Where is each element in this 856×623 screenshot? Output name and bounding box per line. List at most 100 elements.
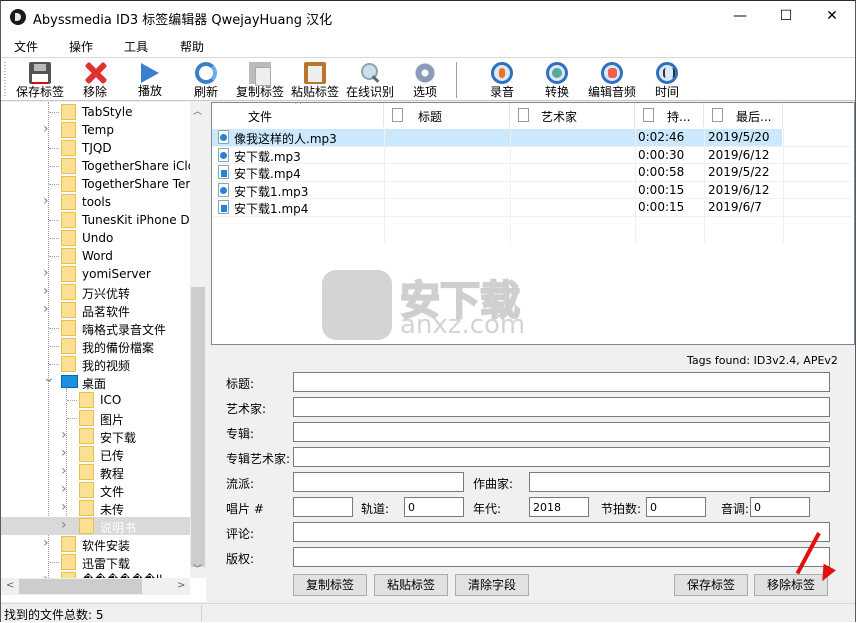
clear-fields-button[interactable]: 清除字段 — [455, 574, 529, 596]
scroll-thumb[interactable] — [19, 579, 142, 594]
file-row[interactable]: 安下载1.mp3 0:00:15 2019/6/12 — [212, 182, 782, 199]
file-list[interactable]: ^ 文件 标题 艺术家 持... 最后... 像我这样的人.mp3 0:02:46… — [211, 102, 855, 345]
tree-item[interactable]: › 万兴优转 — [1, 283, 191, 301]
bpm-field[interactable] — [646, 497, 706, 517]
composer-field[interactable] — [529, 472, 830, 492]
tree-item[interactable]: › yomiServer — [1, 265, 191, 283]
chevron-right-icon[interactable]: › — [61, 517, 67, 533]
tree-item[interactable]: TunesKit iPhone Data R — [1, 211, 206, 229]
tree-item[interactable]: › tools — [1, 193, 191, 211]
title-field[interactable] — [293, 372, 830, 392]
file-row[interactable]: 安下载.mp3 0:00:30 2019/6/12 — [212, 147, 782, 164]
scroll-left-icon[interactable]: < — [6, 580, 14, 591]
copy-tag-button[interactable]: 复制标签 — [235, 60, 285, 102]
record-button[interactable]: 录音 — [486, 60, 518, 102]
edit-audio-button[interactable]: 编辑音频 — [586, 60, 638, 102]
album-artist-field[interactable] — [293, 447, 830, 467]
tree-connector — [67, 418, 77, 419]
folder-icon — [61, 554, 76, 570]
column-header-title[interactable]: 标题 — [384, 103, 510, 127]
scroll-down-icon[interactable]: ﹀ — [193, 562, 202, 575]
tree-item[interactable]: Undo — [1, 229, 191, 247]
tree-item[interactable]: 我的视频 — [1, 355, 191, 373]
chevron-right-icon[interactable]: › — [43, 193, 49, 209]
paste-tag-bottom-button[interactable]: 粘贴标签 — [374, 574, 448, 596]
remove-button[interactable]: 移除 — [79, 60, 111, 102]
save-tag-button[interactable]: 保存标签 — [15, 60, 65, 102]
menu-operate[interactable]: 操作 — [69, 38, 93, 55]
chevron-right-icon[interactable]: › — [43, 265, 49, 281]
scroll-right-icon[interactable]: > — [177, 580, 185, 591]
online-identify-button[interactable]: 在线识别 — [345, 60, 395, 102]
tree-item[interactable]: ⌄ 桌面 — [1, 370, 191, 391]
comment-field[interactable] — [293, 522, 830, 542]
save-tag-bottom-button[interactable]: 保存标签 — [674, 574, 748, 596]
folder-tree[interactable]: TabStyle › Temp TJQD TogetherShare iCloud I T… — [1, 102, 206, 602]
chevron-right-icon[interactable]: › — [61, 427, 67, 443]
key-field[interactable] — [750, 497, 810, 517]
tree-item[interactable]: 迅雷下载 — [1, 553, 191, 571]
tree-item[interactable]: › 软件安装 — [1, 535, 191, 553]
tree-item[interactable]: › 文件 — [1, 481, 191, 499]
tree-item[interactable]: › 安下载 — [1, 427, 191, 445]
tree-item[interactable]: 嗨格式录音文件 — [1, 319, 191, 337]
chevron-right-icon[interactable]: › — [61, 463, 67, 479]
column-header-artist[interactable]: 艺术家 — [510, 103, 635, 127]
options-button[interactable]: 选项 — [409, 60, 441, 102]
chevron-right-icon[interactable]: › — [43, 301, 49, 317]
menu-file[interactable]: 文件 — [14, 38, 38, 55]
tree-item[interactable]: 我的備份檔案 — [1, 337, 191, 355]
tree-item[interactable]: TogetherShare iCloud I — [1, 157, 206, 175]
tree-item[interactable]: ICO — [1, 391, 191, 409]
tree-item[interactable]: TogetherShare Temp E — [1, 175, 206, 193]
column-header-file[interactable]: ^ 文件 — [212, 103, 384, 127]
tree-horizontal-scrollbar[interactable]: < > — [1, 578, 190, 595]
tree-item-label: TunesKit iPhone Data R — [82, 213, 206, 227]
disc-field[interactable] — [293, 497, 353, 517]
chevron-right-icon[interactable]: › — [61, 445, 67, 461]
scroll-up-icon[interactable]: ︿ — [193, 104, 202, 117]
copyright-field[interactable] — [293, 547, 830, 567]
column-header-duration[interactable]: 持... — [635, 103, 704, 127]
paste-tag-button[interactable]: 粘贴标签 — [290, 60, 340, 102]
tree-item[interactable]: › 品茗软件 — [1, 301, 191, 319]
play-button[interactable]: 播放 — [134, 60, 166, 102]
tree-item[interactable]: › 说明书 — [1, 517, 191, 535]
tree-item[interactable]: › 未传 — [1, 499, 191, 517]
tree-item[interactable]: 图片 — [1, 409, 191, 427]
minimize-button[interactable]: — — [717, 1, 763, 31]
file-row[interactable]: 像我这样的人.mp3 0:02:46 2019/5/20 — [212, 129, 782, 146]
tree-vertical-scrollbar[interactable]: ︿ ﹀ — [190, 102, 206, 578]
file-row[interactable]: 安下载.mp4 0:00:58 2019/5/22 — [212, 164, 782, 181]
album-field[interactable] — [293, 422, 830, 442]
chevron-right-icon[interactable]: › — [43, 535, 49, 551]
chevron-down-icon[interactable]: ⌄ — [43, 370, 55, 386]
copy-tag-bottom-button[interactable]: 复制标签 — [293, 574, 367, 596]
refresh-button[interactable]: 刷新 — [190, 60, 222, 102]
scroll-thumb[interactable] — [191, 287, 205, 567]
menu-tools[interactable]: 工具 — [124, 38, 148, 55]
column-header-modified[interactable]: 最后... — [704, 103, 783, 127]
toolbar-grip[interactable] — [4, 62, 6, 98]
artist-field[interactable] — [293, 397, 830, 417]
menu-help[interactable]: 帮助 — [180, 38, 204, 55]
chevron-right-icon[interactable]: › — [61, 499, 67, 515]
tree-item[interactable]: › 教程 — [1, 463, 191, 481]
close-button[interactable]: ✕ — [809, 1, 855, 31]
convert-button[interactable]: 转换 — [541, 60, 573, 102]
time-button[interactable]: 时间 — [651, 60, 683, 102]
chevron-right-icon[interactable]: › — [61, 481, 67, 497]
genre-field[interactable] — [293, 472, 464, 492]
tree-item[interactable]: Word — [1, 247, 191, 265]
bpm-label: 节拍数: — [601, 502, 642, 516]
tree-item[interactable]: TJQD — [1, 139, 191, 157]
chevron-right-icon[interactable]: › — [43, 121, 49, 137]
tree-item[interactable]: › Temp — [1, 121, 191, 139]
track-field[interactable] — [404, 497, 464, 517]
year-field[interactable] — [529, 497, 589, 517]
chevron-right-icon[interactable]: › — [43, 283, 49, 299]
tree-item[interactable]: › 已传 — [1, 445, 191, 463]
tree-item[interactable]: TabStyle — [1, 103, 191, 121]
file-row[interactable]: 安下载1.mp4 0:00:15 2019/6/7 — [212, 199, 782, 216]
maximize-button[interactable]: ☐ — [763, 1, 809, 31]
